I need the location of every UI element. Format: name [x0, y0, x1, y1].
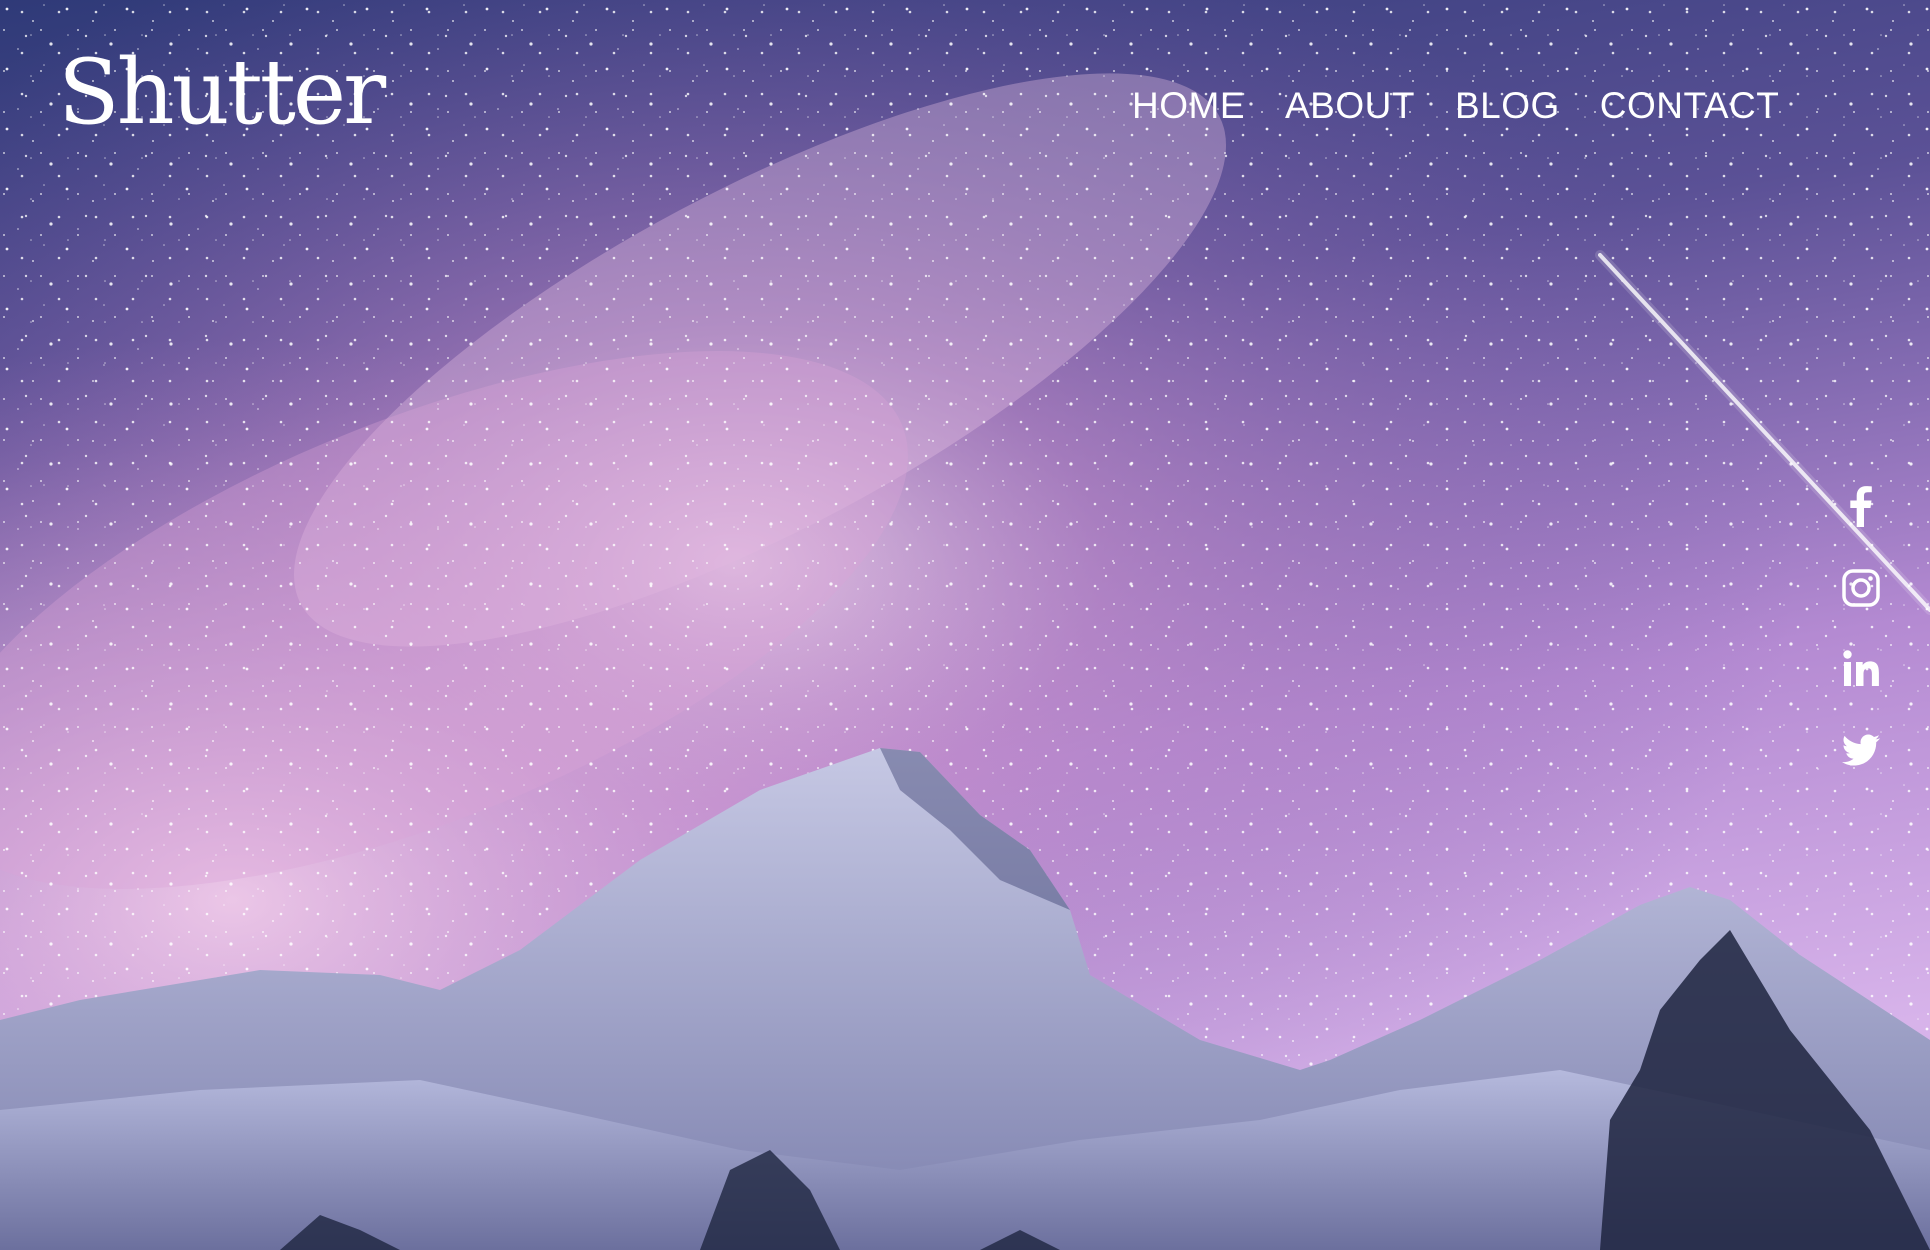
main-nav: HOME ABOUT BLOG CONTACT [1132, 78, 1779, 134]
twitter-icon[interactable] [1838, 728, 1884, 774]
facebook-icon[interactable] [1838, 483, 1884, 529]
nav-item-about[interactable]: ABOUT [1285, 78, 1415, 134]
site-logo[interactable]: Shutter [58, 38, 386, 148]
linkedin-icon[interactable] [1838, 646, 1884, 692]
nav-item-contact[interactable]: CONTACT [1600, 78, 1780, 134]
page: Shutter HOME ABOUT BLOG CONTACT [0, 0, 1930, 1250]
hero-background-image [0, 0, 1930, 1250]
nav-item-home[interactable]: HOME [1132, 78, 1245, 134]
instagram-icon[interactable] [1838, 565, 1884, 611]
nav-item-blog[interactable]: BLOG [1455, 78, 1560, 134]
